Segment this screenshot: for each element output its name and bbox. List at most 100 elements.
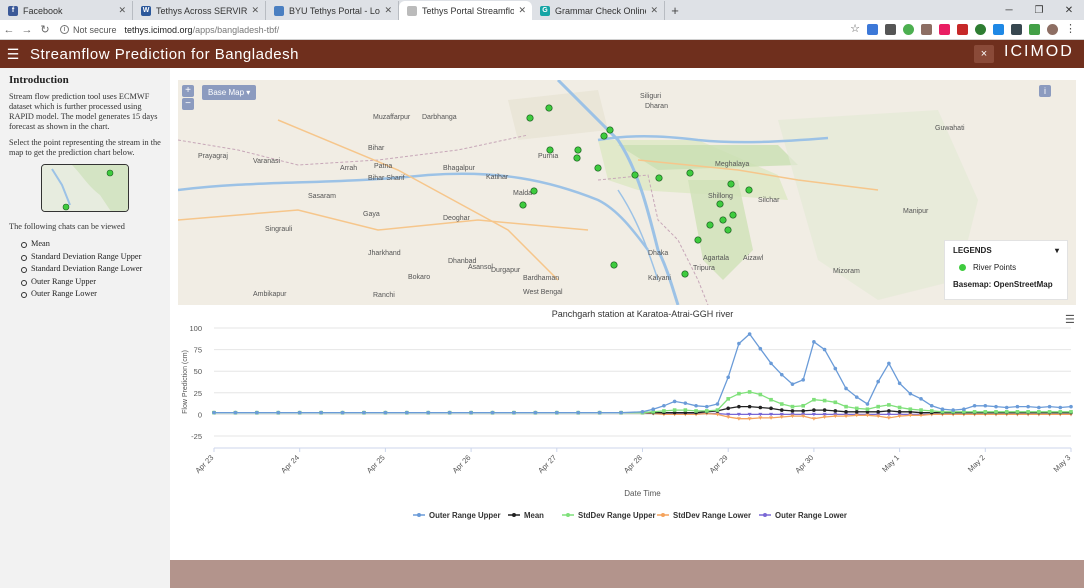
forward-icon[interactable]: → [18, 24, 36, 36]
menu-icon[interactable]: ⋮ [1065, 24, 1076, 35]
close-tab-icon[interactable]: ✕ [650, 5, 658, 16]
data-point [908, 407, 913, 412]
data-point [694, 403, 698, 408]
data-point [854, 410, 859, 414]
map-info-button[interactable]: i [1039, 85, 1051, 97]
map-place-label: Sasaram [308, 193, 336, 200]
x-tick-label: Apr 26 [451, 453, 473, 475]
browser-tab[interactable]: Tethys Portal Streamflow Predict✕ [399, 1, 532, 20]
browser-tab[interactable]: f Facebook ✕ [0, 1, 133, 20]
icimod-logo: ICIMOD [1004, 43, 1074, 60]
legend-marker[interactable] [417, 513, 421, 517]
extension-icon[interactable] [867, 24, 878, 35]
close-window-icon[interactable]: ✕ [1054, 5, 1084, 16]
legend-marker[interactable] [512, 513, 516, 517]
river-point-marker[interactable] [719, 216, 727, 224]
x-tick-label: Apr 28 [622, 453, 644, 475]
river-point-marker[interactable] [519, 201, 527, 209]
river-point-marker[interactable] [745, 186, 753, 194]
river-point-marker[interactable] [686, 169, 694, 177]
browser-tab[interactable]: BYU Tethys Portal - Log In ✕ [266, 1, 399, 20]
zoom-in-button[interactable]: + [182, 85, 194, 97]
data-point [694, 409, 698, 413]
chart-menu-icon[interactable]: ☰ [1065, 313, 1075, 326]
river-point-marker[interactable] [545, 104, 553, 112]
map-canvas[interactable]: Siliguri Dharan Muzaffarpur Darbhanga Prayag… [178, 80, 1076, 305]
river-point-marker[interactable] [727, 180, 735, 188]
data-point [908, 391, 913, 396]
browser-tab[interactable]: G Grammar Check Online- It's Free ✕ [532, 1, 665, 20]
river-point-marker[interactable] [600, 132, 608, 140]
data-point [737, 404, 741, 409]
close-tab-icon[interactable]: ✕ [384, 5, 392, 16]
legend-marker[interactable] [661, 513, 665, 517]
river-point-marker[interactable] [526, 114, 534, 122]
avatar[interactable] [1047, 24, 1058, 35]
tab-favicon-icon: G [540, 5, 550, 16]
legend-marker[interactable] [763, 513, 767, 517]
river-point-marker[interactable] [694, 236, 702, 244]
river-point-marker[interactable] [706, 221, 714, 229]
close-tab-icon[interactable]: ✕ [251, 5, 259, 16]
base-map-dropdown[interactable]: Base Map ▾ [202, 85, 257, 100]
data-point [1058, 405, 1063, 410]
hamburger-menu-icon[interactable]: ☰ [0, 46, 26, 63]
legend-item[interactable]: Outer Range Lower [775, 511, 847, 520]
data-point [255, 410, 259, 415]
river-point-marker[interactable] [573, 154, 581, 162]
extension-icon[interactable] [885, 24, 896, 35]
extension-icon[interactable] [939, 24, 950, 35]
chevron-down-icon[interactable]: ▾ [1055, 246, 1059, 255]
map-place-label: Meghalaya [715, 161, 749, 168]
river-point-marker[interactable] [606, 126, 614, 134]
new-tab-button[interactable]: + [665, 1, 685, 20]
map-view[interactable]: Siliguri Dharan Muzaffarpur Darbhanga Prayag… [178, 80, 1076, 305]
back-icon[interactable]: ← [0, 24, 18, 36]
app-header: ☰ Streamflow Prediction for Bangladesh [0, 40, 1084, 68]
maximize-icon[interactable]: ❐ [1024, 5, 1054, 16]
river-point-marker[interactable] [546, 146, 554, 154]
data-point [919, 408, 923, 412]
extension-icon[interactable] [975, 24, 986, 35]
legend-item[interactable]: Mean [524, 511, 544, 520]
river-point-marker[interactable] [724, 226, 732, 234]
legend-item[interactable]: Outer Range Upper [429, 511, 500, 520]
river-point-marker[interactable] [594, 164, 602, 172]
map-place-label: Bhagalpur [443, 165, 476, 172]
url-field[interactable]: tethys.icimod.org/apps/bangladesh-tbf/ [125, 25, 280, 35]
extension-icon[interactable] [1029, 24, 1040, 35]
data-point [844, 410, 848, 414]
close-app-button[interactable]: × [974, 45, 994, 63]
legend-item[interactable]: StdDev Range Lower [673, 511, 751, 520]
extension-icon[interactable] [921, 24, 932, 35]
extension-icon[interactable] [1011, 24, 1022, 35]
river-point-marker[interactable] [716, 200, 724, 208]
address-bar: ← → ↻ i Not secure tethys.icimod.org/apps… [0, 20, 1084, 40]
data-point [212, 410, 216, 415]
river-point-marker[interactable] [681, 270, 689, 278]
data-point [340, 410, 345, 415]
data-point [737, 341, 741, 346]
close-tab-icon[interactable]: ✕ [518, 5, 526, 16]
river-point-marker[interactable] [530, 187, 538, 195]
security-indicator[interactable]: i Not secure [60, 25, 117, 35]
data-point [297, 410, 302, 415]
river-point-marker[interactable] [610, 261, 618, 269]
star-icon[interactable]: ☆ [850, 24, 860, 35]
legend-marker[interactable] [566, 513, 570, 517]
minimize-icon[interactable]: ─ [994, 5, 1024, 16]
river-point-marker[interactable] [655, 174, 663, 182]
browser-tab[interactable]: W Tethys Across SERVIR - Frontiers✕ [133, 1, 266, 20]
data-point [672, 399, 677, 404]
extension-icon[interactable] [993, 24, 1004, 35]
close-tab-icon[interactable]: ✕ [118, 5, 126, 16]
river-point-marker[interactable] [729, 211, 737, 219]
map-place-label: Gaya [363, 211, 380, 218]
zoom-out-button[interactable]: − [182, 98, 194, 110]
river-point-marker[interactable] [574, 146, 582, 154]
river-point-marker[interactable] [631, 171, 639, 179]
extension-icon[interactable] [903, 24, 914, 35]
reload-icon[interactable]: ↻ [36, 23, 54, 36]
legend-item[interactable]: StdDev Range Upper [578, 511, 656, 520]
extension-icon[interactable] [957, 24, 968, 35]
